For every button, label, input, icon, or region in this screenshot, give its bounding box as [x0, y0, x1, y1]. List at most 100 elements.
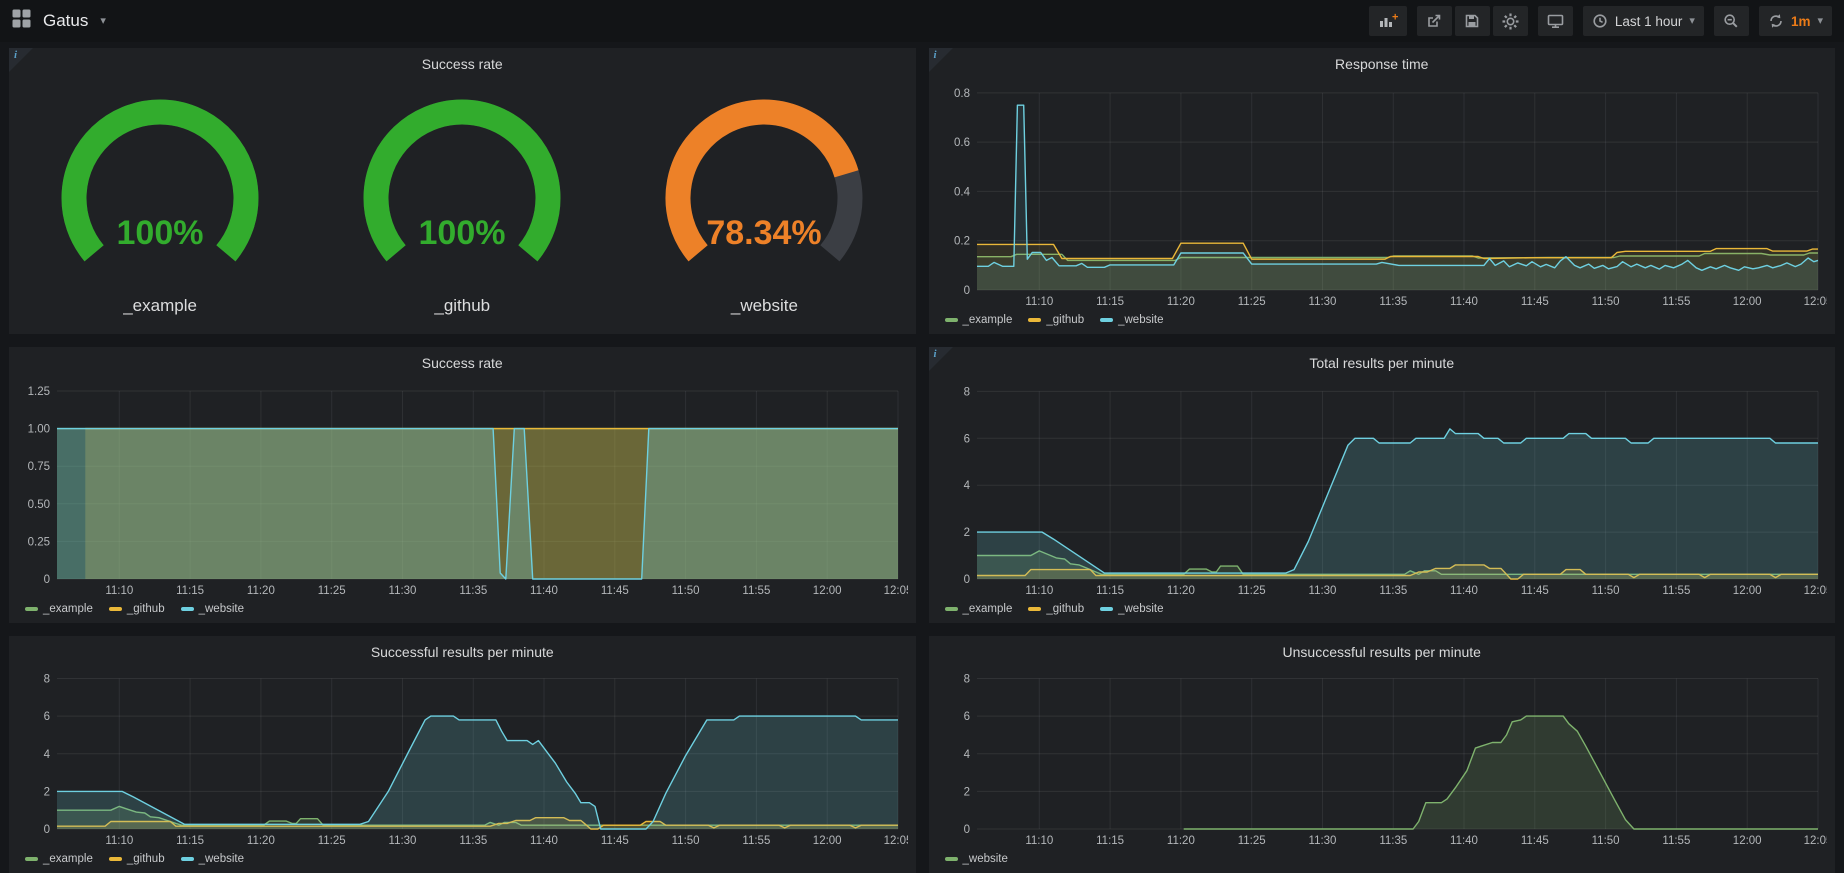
- svg-text:12:00: 12:00: [1732, 835, 1761, 847]
- panel-info-corner-icon[interactable]: i: [929, 347, 953, 371]
- svg-text:12:05: 12:05: [884, 835, 908, 847]
- svg-text:11:55: 11:55: [1662, 296, 1690, 308]
- save-button[interactable]: [1455, 6, 1490, 36]
- legend-item[interactable]: _example: [945, 603, 1013, 615]
- svg-text:11:50: 11:50: [672, 585, 700, 597]
- svg-text:11:25: 11:25: [1237, 585, 1265, 597]
- caret-down-icon[interactable]: ▾: [100, 16, 106, 27]
- svg-text:8: 8: [44, 674, 50, 686]
- svg-text:11:15: 11:15: [1096, 585, 1124, 597]
- svg-text:12:00: 12:00: [1732, 585, 1761, 597]
- svg-text:1.00: 1.00: [28, 424, 50, 436]
- legend-item[interactable]: _website: [945, 853, 1008, 865]
- caret-down-icon: ▾: [1689, 16, 1695, 27]
- svg-text:12:00: 12:00: [1732, 296, 1761, 308]
- magnifier-minus-icon: [1723, 13, 1739, 29]
- legend-item[interactable]: _github: [1028, 314, 1084, 326]
- refresh-button[interactable]: 1m ▾: [1759, 6, 1832, 36]
- legend-swatch: [25, 607, 38, 611]
- dashboard-title[interactable]: Gatus: [43, 11, 88, 31]
- svg-text:100%: 100%: [419, 214, 506, 252]
- svg-text:11:45: 11:45: [1520, 835, 1548, 847]
- svg-text:11:25: 11:25: [318, 585, 346, 597]
- svg-text:11:45: 11:45: [601, 835, 629, 847]
- time-range-label: Last 1 hour: [1615, 14, 1683, 29]
- svg-text:0.50: 0.50: [28, 499, 50, 511]
- monitor-icon: [1547, 13, 1564, 29]
- legend-label: _website: [199, 603, 244, 615]
- svg-text:11:50: 11:50: [1591, 835, 1619, 847]
- legend-label: _website: [963, 853, 1008, 865]
- svg-text:6: 6: [963, 711, 969, 723]
- svg-text:12:00: 12:00: [813, 585, 842, 597]
- share-button[interactable]: [1417, 6, 1452, 36]
- legend-item[interactable]: _website: [1100, 314, 1163, 326]
- panel-title[interactable]: Successful results per minute: [9, 641, 916, 663]
- legend-item[interactable]: _github: [1028, 603, 1084, 615]
- legend-item[interactable]: _github: [109, 603, 165, 615]
- svg-text:11:25: 11:25: [1237, 835, 1265, 847]
- gauges-row: 100%_example100%_github78.34%_website: [9, 75, 916, 334]
- legend-item[interactable]: _example: [25, 853, 93, 865]
- response-time-chart[interactable]: 11:1011:1511:2011:2511:3011:3511:4011:45…: [937, 75, 1828, 310]
- svg-text:11:25: 11:25: [318, 835, 346, 847]
- legend: _example _github _website: [9, 849, 916, 873]
- svg-text:0: 0: [963, 574, 969, 586]
- svg-text:78.34%: 78.34%: [707, 214, 822, 252]
- svg-text:11:40: 11:40: [1450, 585, 1478, 597]
- legend-label: _github: [127, 603, 165, 615]
- panel-title[interactable]: Unsuccessful results per minute: [929, 641, 1836, 663]
- svg-text:11:30: 11:30: [1308, 835, 1336, 847]
- gear-icon: [1502, 13, 1519, 30]
- time-range-button[interactable]: Last 1 hour ▾: [1583, 6, 1704, 36]
- svg-text:11:45: 11:45: [1520, 585, 1548, 597]
- panel-total-results: i Total results per minute 11:10 11:15 11:…: [929, 347, 1836, 623]
- legend-item[interactable]: _website: [181, 603, 244, 615]
- svg-text:2: 2: [963, 527, 969, 539]
- zoom-out-button[interactable]: [1714, 6, 1749, 36]
- svg-text:11:20: 11:20: [247, 835, 275, 847]
- unsuccessful-results-chart[interactable]: 11:1011:1511:2011:2511:3011:3511:4011:45…: [937, 663, 1828, 849]
- success-rate-chart[interactable]: 11:1011:1511:2011:2511:3011:3511:4011:45…: [17, 374, 908, 599]
- legend-label: _example: [43, 603, 93, 615]
- svg-text:11:15: 11:15: [1096, 296, 1124, 308]
- svg-text:11:35: 11:35: [1379, 296, 1407, 308]
- svg-text:11:25: 11:25: [1237, 296, 1265, 308]
- svg-text:0.75: 0.75: [28, 461, 50, 473]
- legend-item[interactable]: _website: [181, 853, 244, 865]
- successful-results-chart[interactable]: 11:1011:1511:2011:2511:3011:3511:4011:45…: [17, 663, 908, 849]
- grid-squares-icon[interactable]: [12, 9, 31, 33]
- panel-response-time: i Response time 11:1011:1511:2011:2511:3…: [929, 48, 1836, 334]
- add-panel-button[interactable]: +: [1369, 6, 1407, 36]
- svg-text:0: 0: [44, 574, 50, 586]
- cycle-view-mode-button[interactable]: [1538, 6, 1573, 36]
- legend-item[interactable]: _example: [25, 603, 93, 615]
- legend-label: _website: [199, 853, 244, 865]
- legend-item[interactable]: _example: [945, 314, 1013, 326]
- total-results-chart[interactable]: 11:1011:1511:2011:2511:3011:3511:4011:45…: [937, 374, 1828, 599]
- svg-text:12:05: 12:05: [1803, 585, 1827, 597]
- legend-item[interactable]: _github: [109, 853, 165, 865]
- refresh-arrows-icon: [1768, 13, 1784, 29]
- gauge-label: _website: [731, 296, 798, 316]
- legend: _example _github _website: [929, 599, 1836, 623]
- legend-label: _website: [1118, 314, 1163, 326]
- svg-text:11:15: 11:15: [1096, 835, 1124, 847]
- svg-text:11:20: 11:20: [1166, 835, 1194, 847]
- panel-info-corner-icon[interactable]: i: [929, 48, 953, 72]
- settings-button[interactable]: [1493, 6, 1528, 36]
- svg-text:4: 4: [963, 749, 970, 761]
- panel-title[interactable]: Success rate: [9, 53, 916, 75]
- legend-item[interactable]: _website: [1100, 603, 1163, 615]
- svg-text:11:20: 11:20: [1166, 585, 1194, 597]
- panel-info-corner-icon[interactable]: i: [9, 48, 33, 72]
- legend-swatch: [181, 857, 194, 861]
- svg-text:11:40: 11:40: [530, 835, 558, 847]
- panel-title[interactable]: Success rate: [9, 352, 916, 374]
- clock-icon: [1592, 13, 1608, 29]
- svg-text:11:50: 11:50: [672, 835, 700, 847]
- panel-title[interactable]: Response time: [929, 53, 1836, 75]
- svg-text:11:15: 11:15: [176, 835, 204, 847]
- panel-title[interactable]: Total results per minute: [929, 352, 1836, 374]
- svg-text:11:10: 11:10: [1025, 585, 1053, 597]
